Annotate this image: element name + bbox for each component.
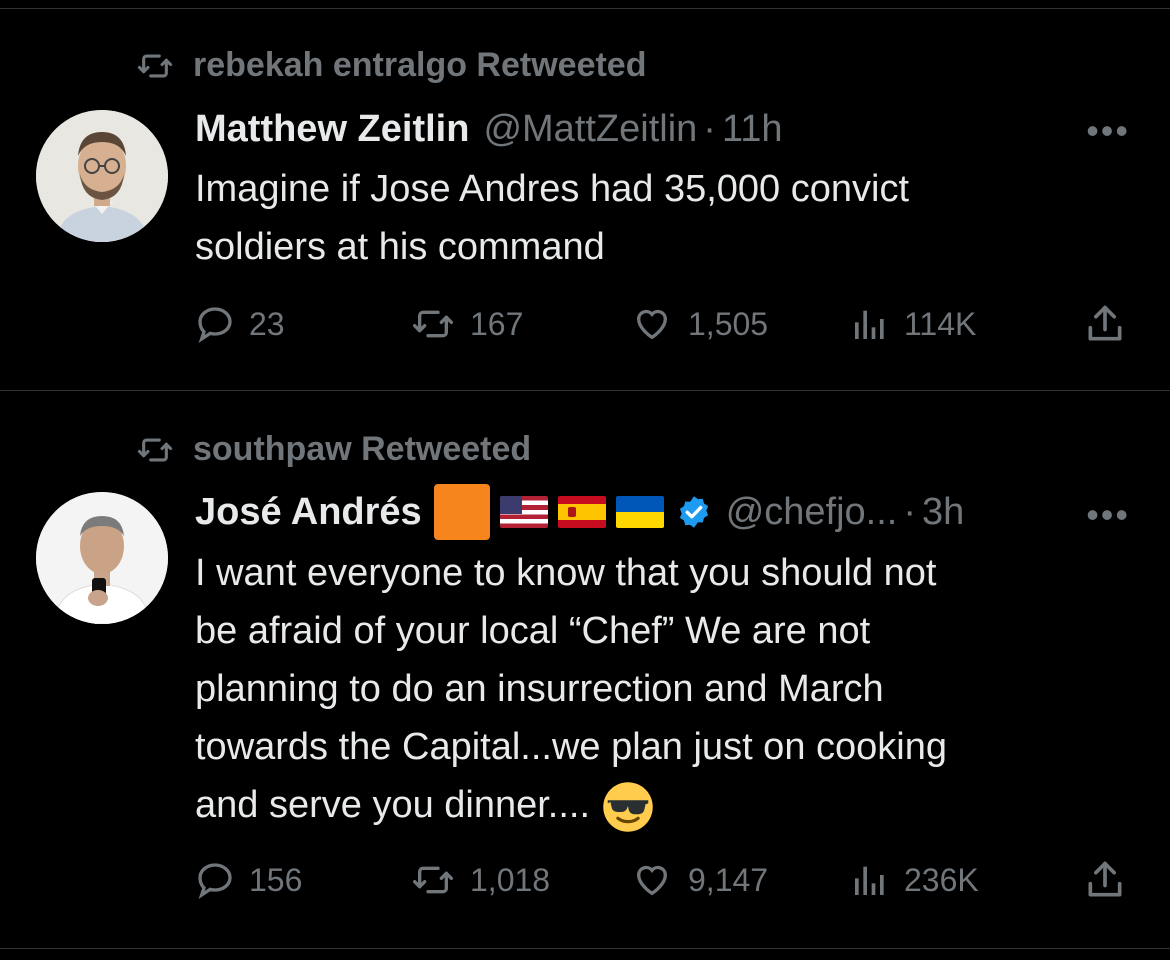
- avatar[interactable]: [36, 110, 168, 242]
- like-count: 1,505: [688, 305, 769, 342]
- retweet-count: 167: [470, 305, 524, 342]
- retweet-icon: [413, 310, 453, 338]
- reply-count: 156: [249, 861, 303, 898]
- retweet-context[interactable]: southpaw Retweeted: [135, 430, 531, 469]
- like-count: 9,147: [688, 861, 769, 898]
- share-icon: [1088, 305, 1122, 341]
- tweet-text-line-last: and serve you dinner....: [195, 776, 1115, 834]
- tweet-1[interactable]: rebekah entralgo Retweeted Matthew Zeitl…: [0, 0, 1170, 390]
- tweet-text-line: Imagine if Jose Andres had 35,000 convic…: [195, 168, 910, 210]
- more-options-button[interactable]: •••: [1086, 110, 1130, 152]
- avatar-image: [36, 110, 168, 242]
- retweet-icon: [413, 866, 453, 894]
- tweet-actions: 156 1,018 9,147 236K: [195, 856, 1135, 906]
- views-icon: [855, 866, 884, 895]
- author-handle[interactable]: @MattZeitlin: [483, 108, 697, 151]
- heart-icon: [636, 309, 668, 340]
- share-button[interactable]: [1083, 302, 1141, 346]
- tweet-text: I want everyone to know that you should …: [195, 544, 1115, 834]
- views-icon: [855, 310, 884, 339]
- views-count: 114K: [904, 305, 977, 342]
- timestamp[interactable]: 11h: [722, 108, 783, 151]
- author-name[interactable]: José Andrés: [195, 491, 422, 534]
- like-button[interactable]: 9,147: [630, 860, 768, 900]
- views-count: 236K: [904, 861, 979, 898]
- tweet-2[interactable]: southpaw Retweeted José Andrés @chefjo..…: [0, 390, 1170, 950]
- heart-icon: [636, 865, 668, 896]
- orange-square-emoji: [433, 484, 490, 540]
- tweet-text-line: soldiers at his command: [195, 226, 605, 268]
- tweet-text: Imagine if Jose Andres had 35,000 convic…: [195, 160, 1115, 276]
- retweet-count: 1,018: [470, 861, 551, 898]
- reply-count: 23: [249, 305, 285, 342]
- bottom-divider: [0, 948, 1170, 949]
- retweet-icon: [137, 54, 173, 77]
- reply-icon: [198, 307, 232, 344]
- retweeted-by-label: southpaw Retweeted: [193, 430, 532, 468]
- author-name[interactable]: Matthew Zeitlin: [195, 108, 469, 151]
- avatar-image: [36, 492, 168, 624]
- tweet-text-line: towards the Capital...we plan just on co…: [195, 726, 947, 768]
- author-handle[interactable]: @chefjo...: [726, 491, 898, 534]
- verified-badge-icon: [679, 496, 708, 528]
- retweet-button[interactable]: 1,018: [410, 860, 550, 900]
- tweet-actions: 23 167 1,505 114K: [195, 300, 1135, 350]
- sunglasses-emoji: [602, 782, 653, 832]
- tweet-text-line: be afraid of your local “Chef” We are no…: [195, 610, 871, 652]
- retweet-context[interactable]: rebekah entralgo Retweeted: [135, 46, 646, 85]
- tweet-text-line: I want everyone to know that you should …: [195, 552, 937, 594]
- retweet-button[interactable]: 167: [410, 304, 523, 344]
- retweet-icon: [137, 438, 173, 461]
- timestamp[interactable]: 3h: [922, 491, 964, 534]
- retweeted-by-label: rebekah entralgo Retweeted: [193, 46, 647, 84]
- views-button[interactable]: 236K: [850, 860, 979, 900]
- reply-icon: [198, 863, 232, 900]
- separator-dot: ·: [903, 490, 916, 533]
- reply-button[interactable]: 156: [195, 860, 302, 900]
- ukraine-flag-icon: [615, 496, 664, 528]
- tweet-header: Matthew Zeitlin @MattZeitlin · 11h: [195, 104, 783, 154]
- share-button[interactable]: [1083, 858, 1141, 902]
- avatar[interactable]: [36, 492, 168, 624]
- separator-dot: ·: [703, 107, 716, 150]
- like-button[interactable]: 1,505: [630, 304, 768, 344]
- views-button[interactable]: 114K: [850, 304, 976, 344]
- tweet-text-line: planning to do an insurrection and March: [195, 668, 884, 710]
- share-icon: [1088, 861, 1122, 897]
- reply-button[interactable]: 23: [195, 304, 285, 344]
- us-flag-icon: [499, 496, 548, 528]
- spain-flag-icon: [557, 496, 606, 528]
- tweet-header: José Andrés @chefjo... · 3h: [195, 482, 964, 542]
- more-options-button[interactable]: •••: [1086, 494, 1130, 536]
- tweet-text-line: and serve you dinner....: [195, 784, 591, 826]
